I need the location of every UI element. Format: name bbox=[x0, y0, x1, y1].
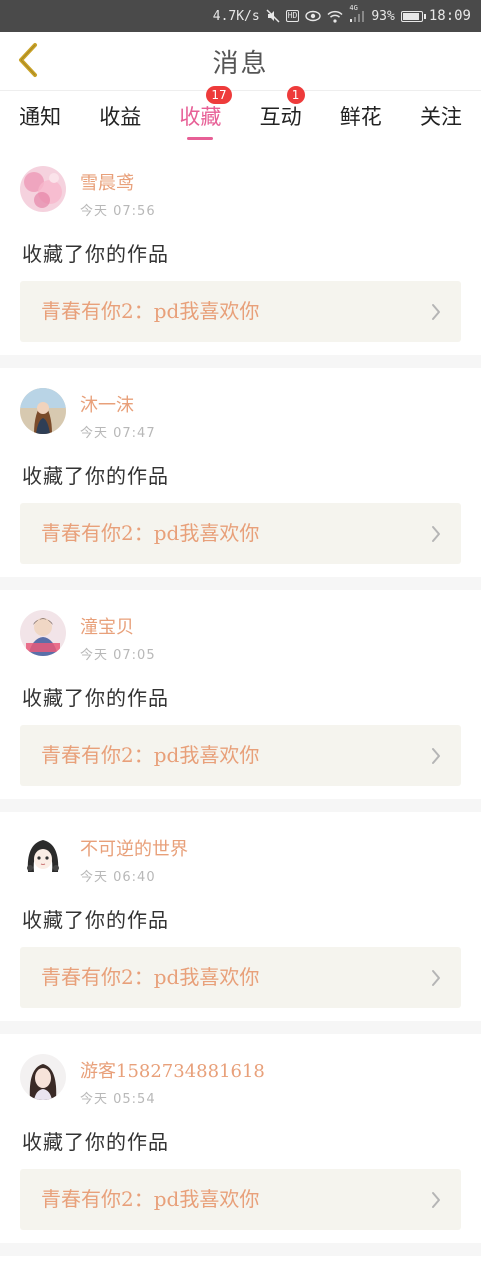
list-item: 游客1582734881618 今天 05:54 收藏了你的作品青春有你2：pd我喜… bbox=[0, 1034, 481, 1256]
chevron-right-icon bbox=[432, 304, 440, 320]
work-title: 青春有你2：pd我喜欢你 bbox=[41, 299, 260, 323]
tab-badge: 1 bbox=[286, 86, 305, 104]
wifi-icon bbox=[327, 10, 343, 23]
user-name[interactable]: 潼宝贝 bbox=[80, 613, 134, 639]
tab-1[interactable]: 收益 bbox=[80, 91, 160, 146]
action-text: 收藏了你的作品 bbox=[22, 464, 169, 488]
tab-label: 关注 bbox=[419, 105, 462, 129]
list-item: 潼宝贝今天 07:05 收藏了你的作品青春有你2：pd我喜欢你 bbox=[0, 590, 481, 812]
header: 消息 bbox=[0, 32, 481, 91]
list-item: 雪晨鸢今天 07:56 收藏了你的作品青春有你2：pd我喜欢你 bbox=[0, 146, 481, 368]
page-title: 消息 bbox=[212, 49, 269, 79]
action-text: 收藏了你的作品 bbox=[22, 1130, 169, 1154]
avatar[interactable] bbox=[20, 832, 66, 878]
user-name[interactable]: 雪晨鸢 bbox=[80, 169, 134, 195]
avatar-girl-photo-icon bbox=[20, 388, 66, 434]
avatar[interactable] bbox=[20, 166, 66, 212]
timestamp: 今天 06:40 bbox=[80, 870, 156, 885]
tab-label: 互动 bbox=[259, 105, 302, 129]
back-arrow-icon bbox=[19, 43, 37, 77]
timestamp: 今天 07:56 bbox=[80, 204, 156, 219]
work-link[interactable]: 青春有你2：pd我喜欢你 bbox=[20, 281, 461, 342]
battery-fill bbox=[402, 12, 419, 20]
list-item: 不可逆的世界今天 06:40 收藏了你的作品青春有你2：pd我喜欢你 bbox=[0, 812, 481, 1034]
status-bar-right: 4.7K/s HD 4G 93% 18:09 bbox=[213, 0, 471, 32]
work-title: 青春有你2：pd我喜欢你 bbox=[41, 1187, 260, 1211]
battery-icon bbox=[400, 10, 426, 22]
tab-label: 通知 bbox=[19, 105, 62, 129]
avatar-cartoon-girl-icon bbox=[20, 832, 66, 878]
chevron-right-icon bbox=[432, 1192, 440, 1208]
avatar-boy-poster-icon bbox=[20, 610, 66, 656]
eye-icon bbox=[305, 10, 322, 22]
user-name[interactable]: 不可逆的世界 bbox=[80, 835, 188, 861]
work-link[interactable]: 青春有你2：pd我喜欢你 bbox=[20, 947, 461, 1008]
message-list: 雪晨鸢 今天 07:56 收藏了你的作品 青春有你2：pd我喜欢你 沐一沫 今天 07:4… bbox=[0, 146, 481, 1256]
tab-2[interactable]: 收藏 17 bbox=[160, 86, 240, 146]
tab-label: 收藏 bbox=[179, 105, 222, 129]
avatar[interactable] bbox=[20, 610, 66, 656]
work-link[interactable]: 青春有你2：pd我喜欢你 bbox=[20, 725, 461, 786]
status-bar: 4.7K/s HD 4G 93% 18:09 bbox=[0, 0, 481, 32]
timestamp: 今天 07:47 bbox=[80, 426, 156, 441]
list-item: 沐一沫今天 07:47 收藏了你的作品青春有你2：pd我喜欢你 bbox=[0, 368, 481, 590]
tab-5[interactable]: 关注 bbox=[401, 91, 481, 146]
action-text: 收藏了你的作品 bbox=[22, 908, 169, 932]
user-name[interactable]: 游客1582734881618 bbox=[80, 1057, 265, 1083]
avatar[interactable] bbox=[20, 1054, 66, 1100]
avatar[interactable] bbox=[20, 388, 66, 434]
tab-badge: 17 bbox=[206, 86, 232, 104]
tab-label: 鲜花 bbox=[339, 105, 382, 129]
timestamp: 今天 05:54 bbox=[80, 1092, 156, 1107]
avatar-girl-portrait-icon bbox=[20, 1054, 66, 1100]
action-text: 收藏了你的作品 bbox=[22, 686, 169, 710]
work-title: 青春有你2：pd我喜欢你 bbox=[41, 965, 260, 989]
tab-3[interactable]: 互动 1 bbox=[241, 86, 321, 146]
tab-bar: 通知 收益 收藏 17 互动 1 鲜花 关注 bbox=[0, 86, 481, 146]
chevron-right-icon bbox=[432, 748, 440, 764]
network-speed: 4.7K/s bbox=[212, 8, 260, 24]
chevron-right-icon bbox=[432, 970, 440, 986]
chevron-right-icon bbox=[432, 526, 440, 542]
avatar-pink-abstract-icon bbox=[20, 166, 66, 212]
battery-percent: 93% bbox=[371, 8, 395, 24]
work-title: 青春有你2：pd我喜欢你 bbox=[41, 743, 260, 767]
back-button[interactable] bbox=[8, 40, 48, 80]
clock: 18:09 bbox=[428, 8, 471, 24]
hd-icon: HD bbox=[285, 10, 300, 22]
mute-icon bbox=[266, 9, 280, 23]
action-text: 收藏了你的作品 bbox=[22, 242, 169, 266]
user-name[interactable]: 沐一沫 bbox=[80, 391, 134, 417]
tab-4[interactable]: 鲜花 bbox=[321, 91, 401, 146]
network-type: 4G bbox=[349, 4, 358, 12]
work-link[interactable]: 青春有你2：pd我喜欢你 bbox=[20, 503, 461, 564]
work-link[interactable]: 青春有你2：pd我喜欢你 bbox=[20, 1169, 461, 1230]
signal-icon: 4G bbox=[349, 4, 365, 22]
work-title: 青春有你2：pd我喜欢你 bbox=[41, 521, 260, 545]
tab-0[interactable]: 通知 bbox=[0, 91, 80, 146]
tab-label: 收益 bbox=[99, 105, 142, 129]
active-tab-indicator bbox=[187, 137, 214, 140]
timestamp: 今天 07:05 bbox=[80, 648, 156, 663]
